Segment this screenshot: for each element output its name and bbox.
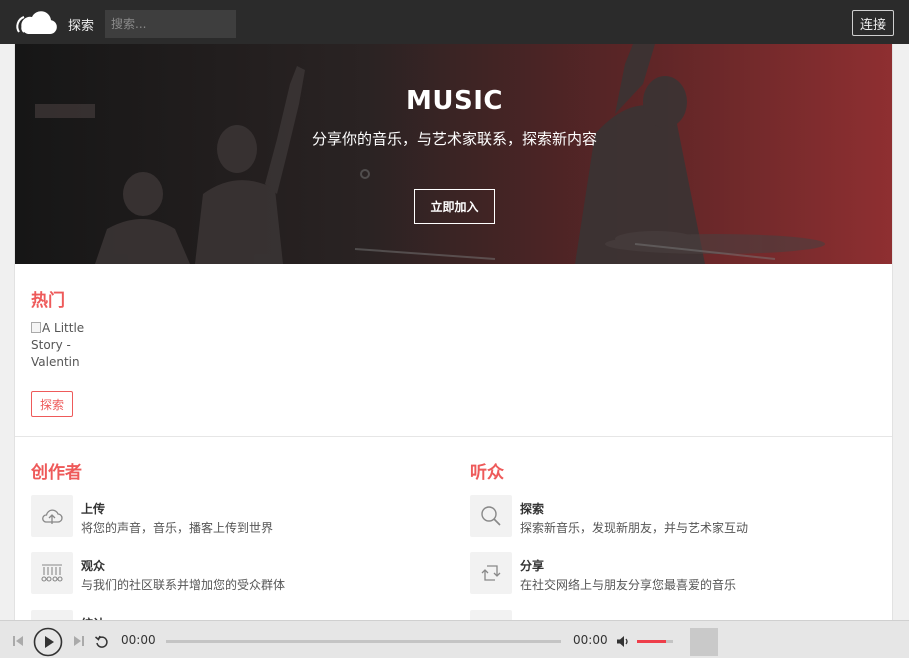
hero-banner: MUSIC 分享你的音乐，与艺术家联系，探索新内容 立即加入 xyxy=(15,44,892,264)
nav-explore-link[interactable]: 探索 xyxy=(68,15,94,34)
creators-section-title: 创作者 xyxy=(31,463,82,483)
current-time: 00:00 xyxy=(121,633,156,647)
feature-description: 探索新音乐，发现新朋友，并与艺术家互动 xyxy=(520,521,749,535)
feature-title: 上传 xyxy=(81,502,106,516)
audio-player-bar: 00:00 00:00 xyxy=(0,620,909,658)
track-cover-image[interactable]: A Little Story - Valentin xyxy=(31,320,97,371)
creator-feature-audience: 观众 与我们的社区联系并增加您的受众群体 xyxy=(31,552,451,596)
section-divider xyxy=(15,436,892,437)
search-icon xyxy=(470,495,512,537)
duration-time: 00:00 xyxy=(573,633,608,647)
concert-photo xyxy=(35,44,825,264)
seek-bar[interactable] xyxy=(166,640,561,643)
next-track-icon[interactable] xyxy=(73,635,85,647)
hero-subtitle: 分享你的音乐，与艺术家联系，探索新内容 xyxy=(311,130,597,148)
feature-title: 分享 xyxy=(520,559,545,573)
listener-feature-share: 分享 在社交网络上与朋友分享您最喜爱的音乐 xyxy=(470,552,890,596)
share-icon xyxy=(470,552,512,594)
broken-image-icon xyxy=(31,322,41,333)
feature-description: 将您的声音，音乐，播客上传到世界 xyxy=(81,521,274,535)
play-button-icon[interactable] xyxy=(33,627,63,657)
upload-cloud-icon xyxy=(31,495,73,537)
creator-feature-upload: 上传 将您的声音，音乐，播客上传到世界 xyxy=(31,495,451,539)
hot-section-title: 热门 xyxy=(31,291,65,311)
previous-track-icon[interactable] xyxy=(12,635,24,647)
listener-feature-explore: 探索 探索新音乐，发现新朋友，并与艺术家互动 xyxy=(470,495,890,539)
top-navbar: 探索 连接 xyxy=(0,0,909,44)
volume-level xyxy=(637,640,666,643)
hot-explore-button[interactable]: 探索 xyxy=(31,391,73,417)
repeat-icon[interactable] xyxy=(95,635,108,648)
search-input[interactable] xyxy=(105,10,236,38)
hero-title: MUSIC xyxy=(406,86,503,116)
feature-description: 在社交网络上与朋友分享您最喜爱的音乐 xyxy=(520,578,737,592)
feature-description: 与我们的社区联系并增加您的受众群体 xyxy=(81,578,286,592)
audience-icon xyxy=(31,552,73,594)
volume-slider[interactable] xyxy=(637,640,673,643)
cloud-logo-icon[interactable] xyxy=(14,8,58,36)
main-content: MUSIC 分享你的音乐，与艺术家联系，探索新内容 立即加入 热门 A Litt… xyxy=(14,44,893,624)
feature-title: 观众 xyxy=(81,559,106,573)
now-playing-cover[interactable] xyxy=(690,628,718,656)
join-now-button[interactable]: 立即加入 xyxy=(414,189,495,224)
connect-button[interactable]: 连接 xyxy=(852,10,894,36)
volume-icon[interactable] xyxy=(616,635,630,648)
listeners-section-title: 听众 xyxy=(470,463,504,483)
feature-title: 探索 xyxy=(520,502,545,516)
